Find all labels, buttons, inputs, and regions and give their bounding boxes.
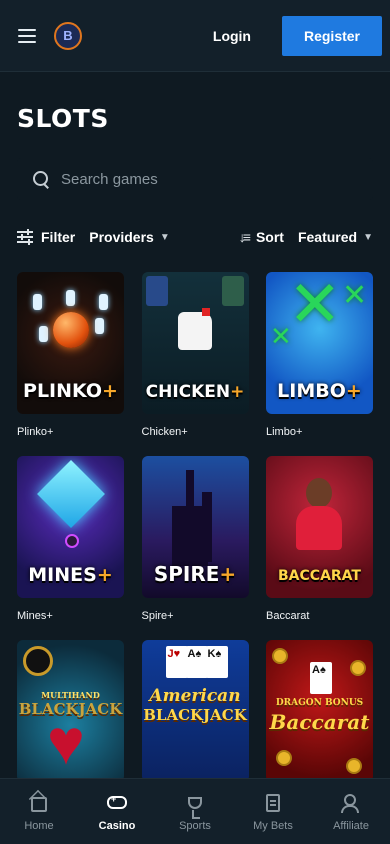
nav-affiliate[interactable]: Affiliate [312,779,390,844]
sliders-icon [17,229,33,245]
filter-label: Filter [41,229,76,245]
game-thumbnail[interactable]: ✕ ✕ ✕ LIMBO+ [266,272,373,414]
nav-casino[interactable]: Casino [78,779,156,844]
game-card-chicken[interactable]: CHICKEN+ Chicken+ [141,272,249,456]
home-icon [31,792,47,814]
game-thumbnail[interactable]: A♠ DRAGON BONUS Baccarat [266,640,373,782]
game-name: Chicken+ [141,426,188,438]
chevron-down-icon: ▼ [363,231,373,243]
top-bar: B Login Register [0,0,390,72]
nav-sports[interactable]: Sports [156,779,234,844]
bets-icon [266,792,280,814]
game-name: Mines+ [17,610,53,622]
filter-button[interactable]: Filter [17,229,75,245]
search-icon [33,171,49,187]
game-thumbnail[interactable]: J♥ A♠ K♠ American BLACKJACK [141,640,249,782]
search-bar[interactable] [17,158,373,200]
page-title: SLOTS [17,104,109,133]
site-logo[interactable]: B [54,21,82,50]
filter-bar: Filter Providers ▼ ↓≡ Sort Featured ▼ [17,226,373,248]
chevron-down-icon: ▼ [159,231,170,243]
game-thumbnail[interactable]: BACCARAT [266,456,373,598]
menu-icon[interactable] [18,28,36,43]
nav-home[interactable]: Home [0,779,78,844]
game-card-baccarat[interactable]: BACCARAT Baccarat [266,456,373,640]
sort-button[interactable]: ↓≡ Sort [239,229,284,245]
gamepad-icon [107,792,127,814]
trophy-icon [188,792,202,819]
game-card-mines[interactable]: MINES+ Mines+ [17,456,124,640]
sort-dropdown[interactable]: Featured ▼ [298,229,373,245]
game-thumbnail[interactable]: SPIRE+ [141,456,249,598]
game-thumbnail[interactable]: ♥ MULTIHAND BLACKJACK [17,640,124,782]
game-name: Baccarat [266,610,310,622]
game-thumbnail[interactable]: PLINKO+ [17,272,124,414]
sort-label: Sort [255,229,284,245]
game-thumbnail[interactable]: CHICKEN+ [141,272,249,414]
game-card-plinko[interactable]: PLINKO+ Plinko+ [17,272,124,456]
sort-icon: ↓≡ [238,229,251,245]
bottom-nav: Home Casino Sports My Bets Affiliate [0,778,390,844]
game-name: Spire+ [141,610,174,622]
game-card-dragon-bonus-baccarat[interactable]: A♠ DRAGON BONUS Baccarat [266,640,373,782]
game-card-spire[interactable]: SPIRE+ Spire+ [141,456,249,640]
game-name: Plinko+ [17,426,54,438]
game-name: Limbo+ [266,426,303,438]
game-thumbnail[interactable]: MINES+ [17,456,124,598]
providers-dropdown[interactable]: Providers ▼ [89,229,170,245]
game-card-limbo[interactable]: ✕ ✕ ✕ LIMBO+ Limbo+ [266,272,373,456]
users-icon [341,792,361,814]
game-card-multihand-blackjack[interactable]: ♥ MULTIHAND BLACKJACK [17,640,124,782]
sort-value: Featured [297,229,358,245]
login-button[interactable]: Login [182,16,282,56]
games-grid: PLINKO+ Plinko+ CHICKEN+ Chicken+ ✕ ✕ ✕ … [17,272,373,782]
providers-label: Providers [89,229,154,245]
game-card-american-blackjack[interactable]: J♥ A♠ K♠ American BLACKJACK [141,640,249,782]
register-button[interactable]: Register [282,15,382,56]
search-input[interactable] [61,170,341,188]
nav-my-bets[interactable]: My Bets [234,779,312,844]
